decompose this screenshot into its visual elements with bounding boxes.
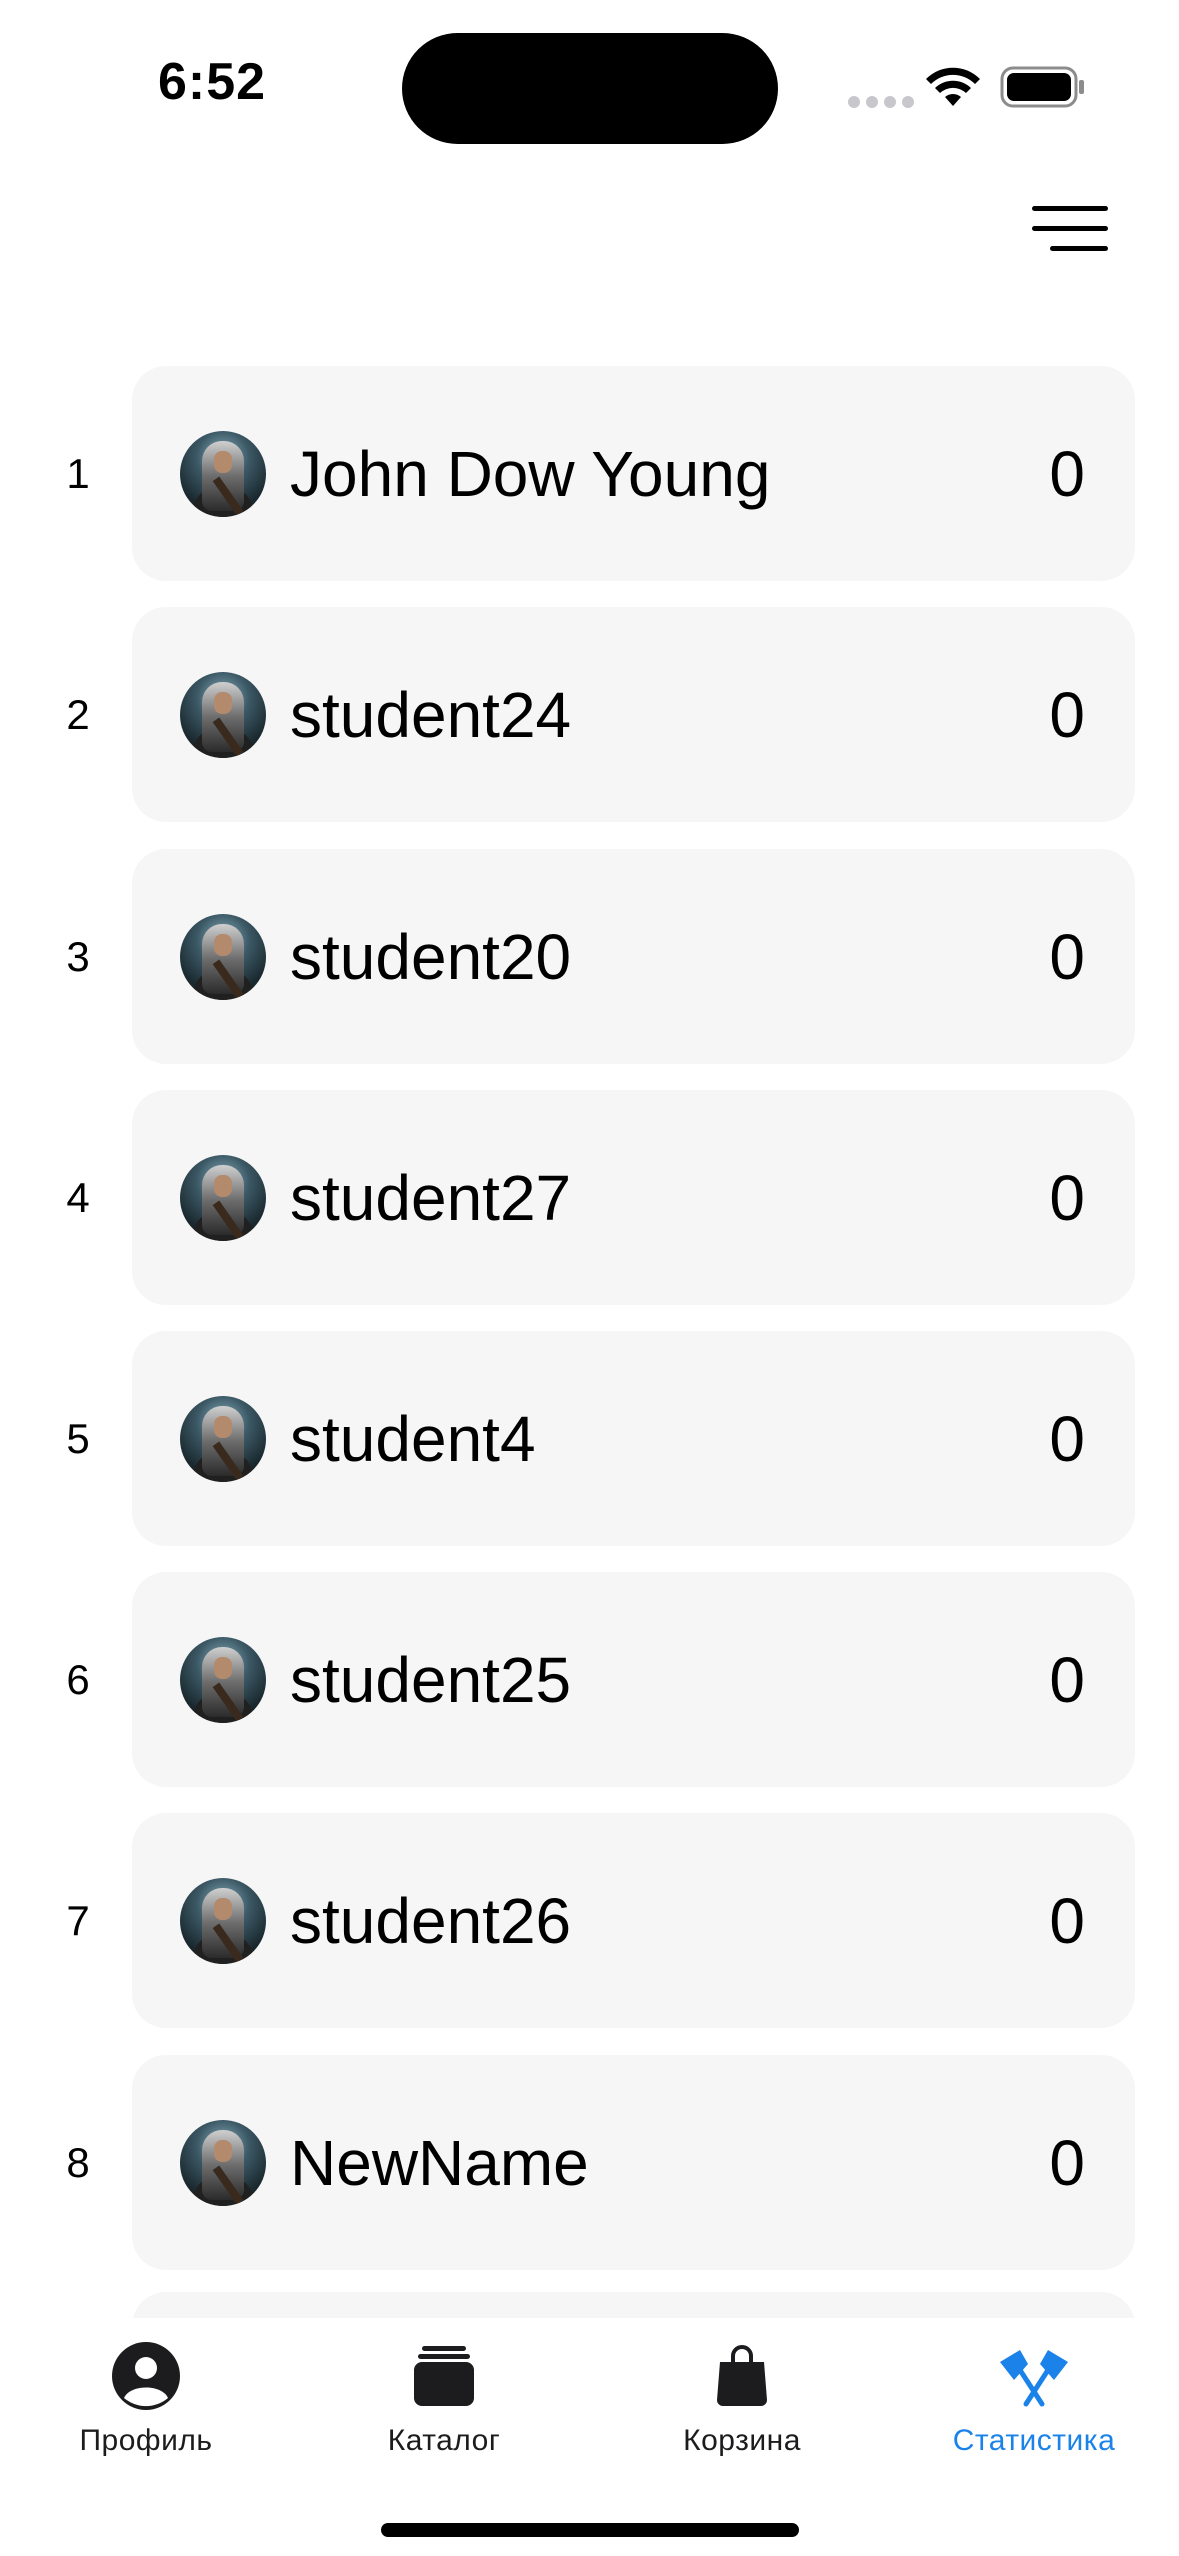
avatar	[180, 2120, 266, 2206]
leaderboard-row[interactable]: 8 NewName 0	[0, 2055, 1179, 2270]
leaderboard-row[interactable]: 6 student25 0	[0, 1572, 1179, 1787]
cellular-signal-icon	[848, 96, 914, 108]
catalog-stack-icon	[414, 2346, 474, 2406]
avatar	[180, 1637, 266, 1723]
avatar	[180, 431, 266, 517]
shopping-bag-icon	[717, 2345, 767, 2406]
tab-catalog[interactable]: Каталог	[304, 2318, 584, 2468]
user-card[interactable]: student24 0	[132, 607, 1135, 822]
user-card[interactable]: John Dow Young 0	[132, 366, 1135, 581]
tab-profile[interactable]: Профиль	[6, 2318, 286, 2468]
leaderboard-row[interactable]: 7 student26 0	[0, 1813, 1179, 2028]
user-score: 0	[1049, 920, 1085, 993]
tab-label: Статистика	[952, 2424, 1116, 2457]
leaderboard-row[interactable]: 5 student4 0	[0, 1331, 1179, 1546]
tab-bar: Профиль Каталог Корзина Статистика	[0, 2318, 1179, 2556]
user-score: 0	[1049, 1402, 1085, 1475]
tab-cart[interactable]: Корзина	[602, 2318, 882, 2468]
leaderboard-row[interactable]: 3 student20 0	[0, 849, 1179, 1064]
user-score: 0	[1049, 1643, 1085, 1716]
rank-number: 6	[66, 1655, 90, 1703]
dynamic-island	[402, 33, 778, 144]
user-score: 0	[1049, 437, 1085, 510]
leaderboard-row[interactable]: 2 student24 0	[0, 607, 1179, 822]
tab-label: Каталог	[387, 2424, 501, 2457]
user-card[interactable]: student27 0	[132, 1090, 1135, 1305]
rank-number: 1	[66, 449, 90, 497]
tab-statistics[interactable]: Статистика	[894, 2318, 1174, 2468]
user-name: John Dow Young	[290, 437, 771, 510]
user-score: 0	[1049, 1884, 1085, 1957]
user-card[interactable]: NewName 0	[132, 2055, 1135, 2270]
tab-label: Корзина	[683, 2424, 801, 2457]
user-card[interactable]: student4 0	[132, 1331, 1135, 1546]
avatar	[180, 1878, 266, 1964]
avatar	[180, 1155, 266, 1241]
user-name: student25	[290, 1643, 572, 1716]
rank-number: 4	[66, 1173, 90, 1221]
status-time: 6:52	[158, 53, 267, 111]
user-score: 0	[1049, 2126, 1085, 2199]
user-card[interactable]: student26 0	[132, 1813, 1135, 2028]
crossed-flags-icon	[1000, 2350, 1068, 2407]
avatar	[180, 1396, 266, 1482]
rank-number: 8	[66, 2138, 90, 2186]
user-name: student20	[290, 920, 572, 993]
user-score: 0	[1049, 678, 1085, 751]
wifi-icon	[926, 67, 980, 106]
rank-number: 3	[66, 932, 90, 980]
profile-icon	[112, 2342, 180, 2410]
home-indicator[interactable]	[381, 2523, 799, 2537]
rank-number: 2	[66, 690, 90, 738]
status-bar: 6:52	[0, 0, 1179, 170]
user-name: student4	[290, 1402, 536, 1475]
user-name: student27	[290, 1161, 572, 1234]
hamburger-menu-icon[interactable]	[1032, 200, 1108, 256]
rank-number: 7	[66, 1896, 90, 1944]
tab-label: Профиль	[79, 2424, 213, 2457]
user-card[interactable]: student25 0	[132, 1572, 1135, 1787]
battery-icon	[1000, 66, 1084, 108]
user-name: NewName	[290, 2126, 589, 2199]
leaderboard-row[interactable]: 1 John Dow Young 0	[0, 366, 1179, 581]
avatar	[180, 672, 266, 758]
rank-number: 5	[66, 1414, 90, 1462]
user-name: student24	[290, 678, 572, 751]
leaderboard-row[interactable]: 4 student27 0	[0, 1090, 1179, 1305]
user-card[interactable]: student20 0	[132, 849, 1135, 1064]
user-score: 0	[1049, 1161, 1085, 1234]
avatar	[180, 914, 266, 1000]
user-name: student26	[290, 1884, 572, 1957]
